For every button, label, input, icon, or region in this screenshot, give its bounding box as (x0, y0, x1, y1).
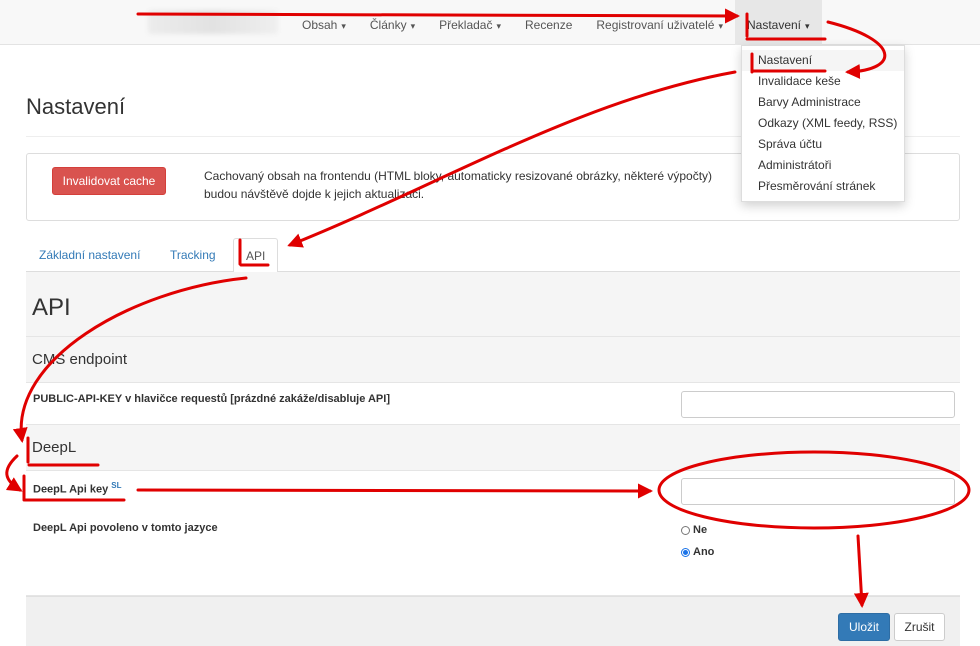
caret-down-icon: ▾ (341, 21, 346, 31)
public-api-key-label: PUBLIC-API-KEY v hlavičce requestů [práz… (33, 393, 390, 405)
cancel-button[interactable]: Zrušit (894, 613, 945, 641)
menu-item-presmerovani-stranek[interactable]: Přesměrování stránek (742, 176, 904, 197)
menu-item-odkazy[interactable]: Odkazy (XML feedy, RSS) (742, 113, 904, 134)
settings-dropdown-menu: Nastavení Invalidace keše Barvy Administ… (741, 45, 905, 202)
main-nav: Obsah ▾ Články ▾ Překladač ▾ Recenze Regist… (290, 0, 822, 45)
cms-endpoint-section-title: CMS endpoint (32, 351, 128, 368)
nav-item-obsah[interactable]: Obsah ▾ (290, 0, 358, 45)
deepl-section-title: DeepL (32, 439, 77, 456)
caret-down-icon: ▾ (805, 21, 810, 31)
caret-down-icon: ▾ (410, 21, 416, 31)
radio-ano-label: Ano (693, 546, 715, 558)
radio-ano[interactable]: Ano (681, 546, 714, 558)
tab-tracking[interactable]: Tracking (158, 238, 228, 272)
api-tab-content: API CMS endpoint PUBLIC-API-KEY v hlavič… (26, 272, 960, 646)
settings-tabs: Základní nastavení Tracking API (26, 238, 960, 273)
tab-zakladni-nastaveni[interactable]: Základní nastavení (27, 238, 152, 272)
radio-ne-label: Ne (693, 524, 708, 536)
annotation-curve-to-apikey (5, 454, 23, 492)
page-title: Nastavení (26, 94, 126, 119)
deepl-api-key-label: DeepL Api key SL (33, 481, 122, 496)
form-footer: Uložit Zrušit (26, 596, 960, 646)
nav-item-recenze[interactable]: Recenze (513, 0, 584, 45)
cache-description: Cachovaný obsah na frontendu (HTML bloky… (204, 169, 713, 201)
menu-item-administratori[interactable]: Administrátoři (742, 155, 904, 176)
divider (26, 336, 960, 337)
public-api-key-input[interactable] (681, 391, 955, 418)
public-api-key-row: PUBLIC-API-KEY v hlavičce requestů [práz… (26, 382, 960, 425)
save-button[interactable]: Uložit (838, 613, 890, 641)
menu-item-nastaveni[interactable]: Nastavení (742, 50, 904, 71)
menu-item-invalidace-kese[interactable]: Invalidace keše (742, 71, 904, 92)
menu-item-sprava-uctu[interactable]: Správa účtu (742, 134, 904, 155)
radio-ne-circle[interactable] (681, 525, 690, 535)
nav-item-prekladac[interactable]: Překladač ▾ (427, 0, 513, 45)
nav-item-clanky[interactable]: Články ▾ (358, 0, 427, 45)
menu-item-barvy-administrace[interactable]: Barvy Administrace (742, 92, 904, 113)
deepl-api-key-row: DeepL Api key SL (26, 470, 960, 513)
caret-down-icon: ▾ (718, 21, 723, 31)
deepl-api-key-input[interactable] (681, 478, 955, 505)
blurred-logo (148, 10, 278, 34)
tab-api[interactable]: API (233, 238, 279, 273)
radio-ne[interactable]: Ne (681, 524, 707, 536)
nav-item-nastaveni[interactable]: Nastavení ▾ (734, 0, 822, 45)
invalidate-cache-button[interactable]: Invalidovat cache (52, 167, 166, 195)
radio-ano-circle[interactable] (681, 547, 690, 557)
api-heading: API (32, 294, 71, 321)
sl-badge: SL (111, 481, 122, 490)
deepl-enabled-label: DeepL Api povoleno v tomto jazyce (33, 522, 218, 534)
caret-down-icon: ▾ (496, 21, 502, 31)
nav-item-registrovani-uzivatele[interactable]: Registrovaní uživatelé ▾ (584, 0, 735, 45)
top-navbar: Obsah ▾ Články ▾ Překladač ▾ Recenze Regist… (0, 0, 980, 45)
deepl-enabled-row: DeepL Api povoleno v tomto jazyce Ne Ano (26, 512, 960, 596)
